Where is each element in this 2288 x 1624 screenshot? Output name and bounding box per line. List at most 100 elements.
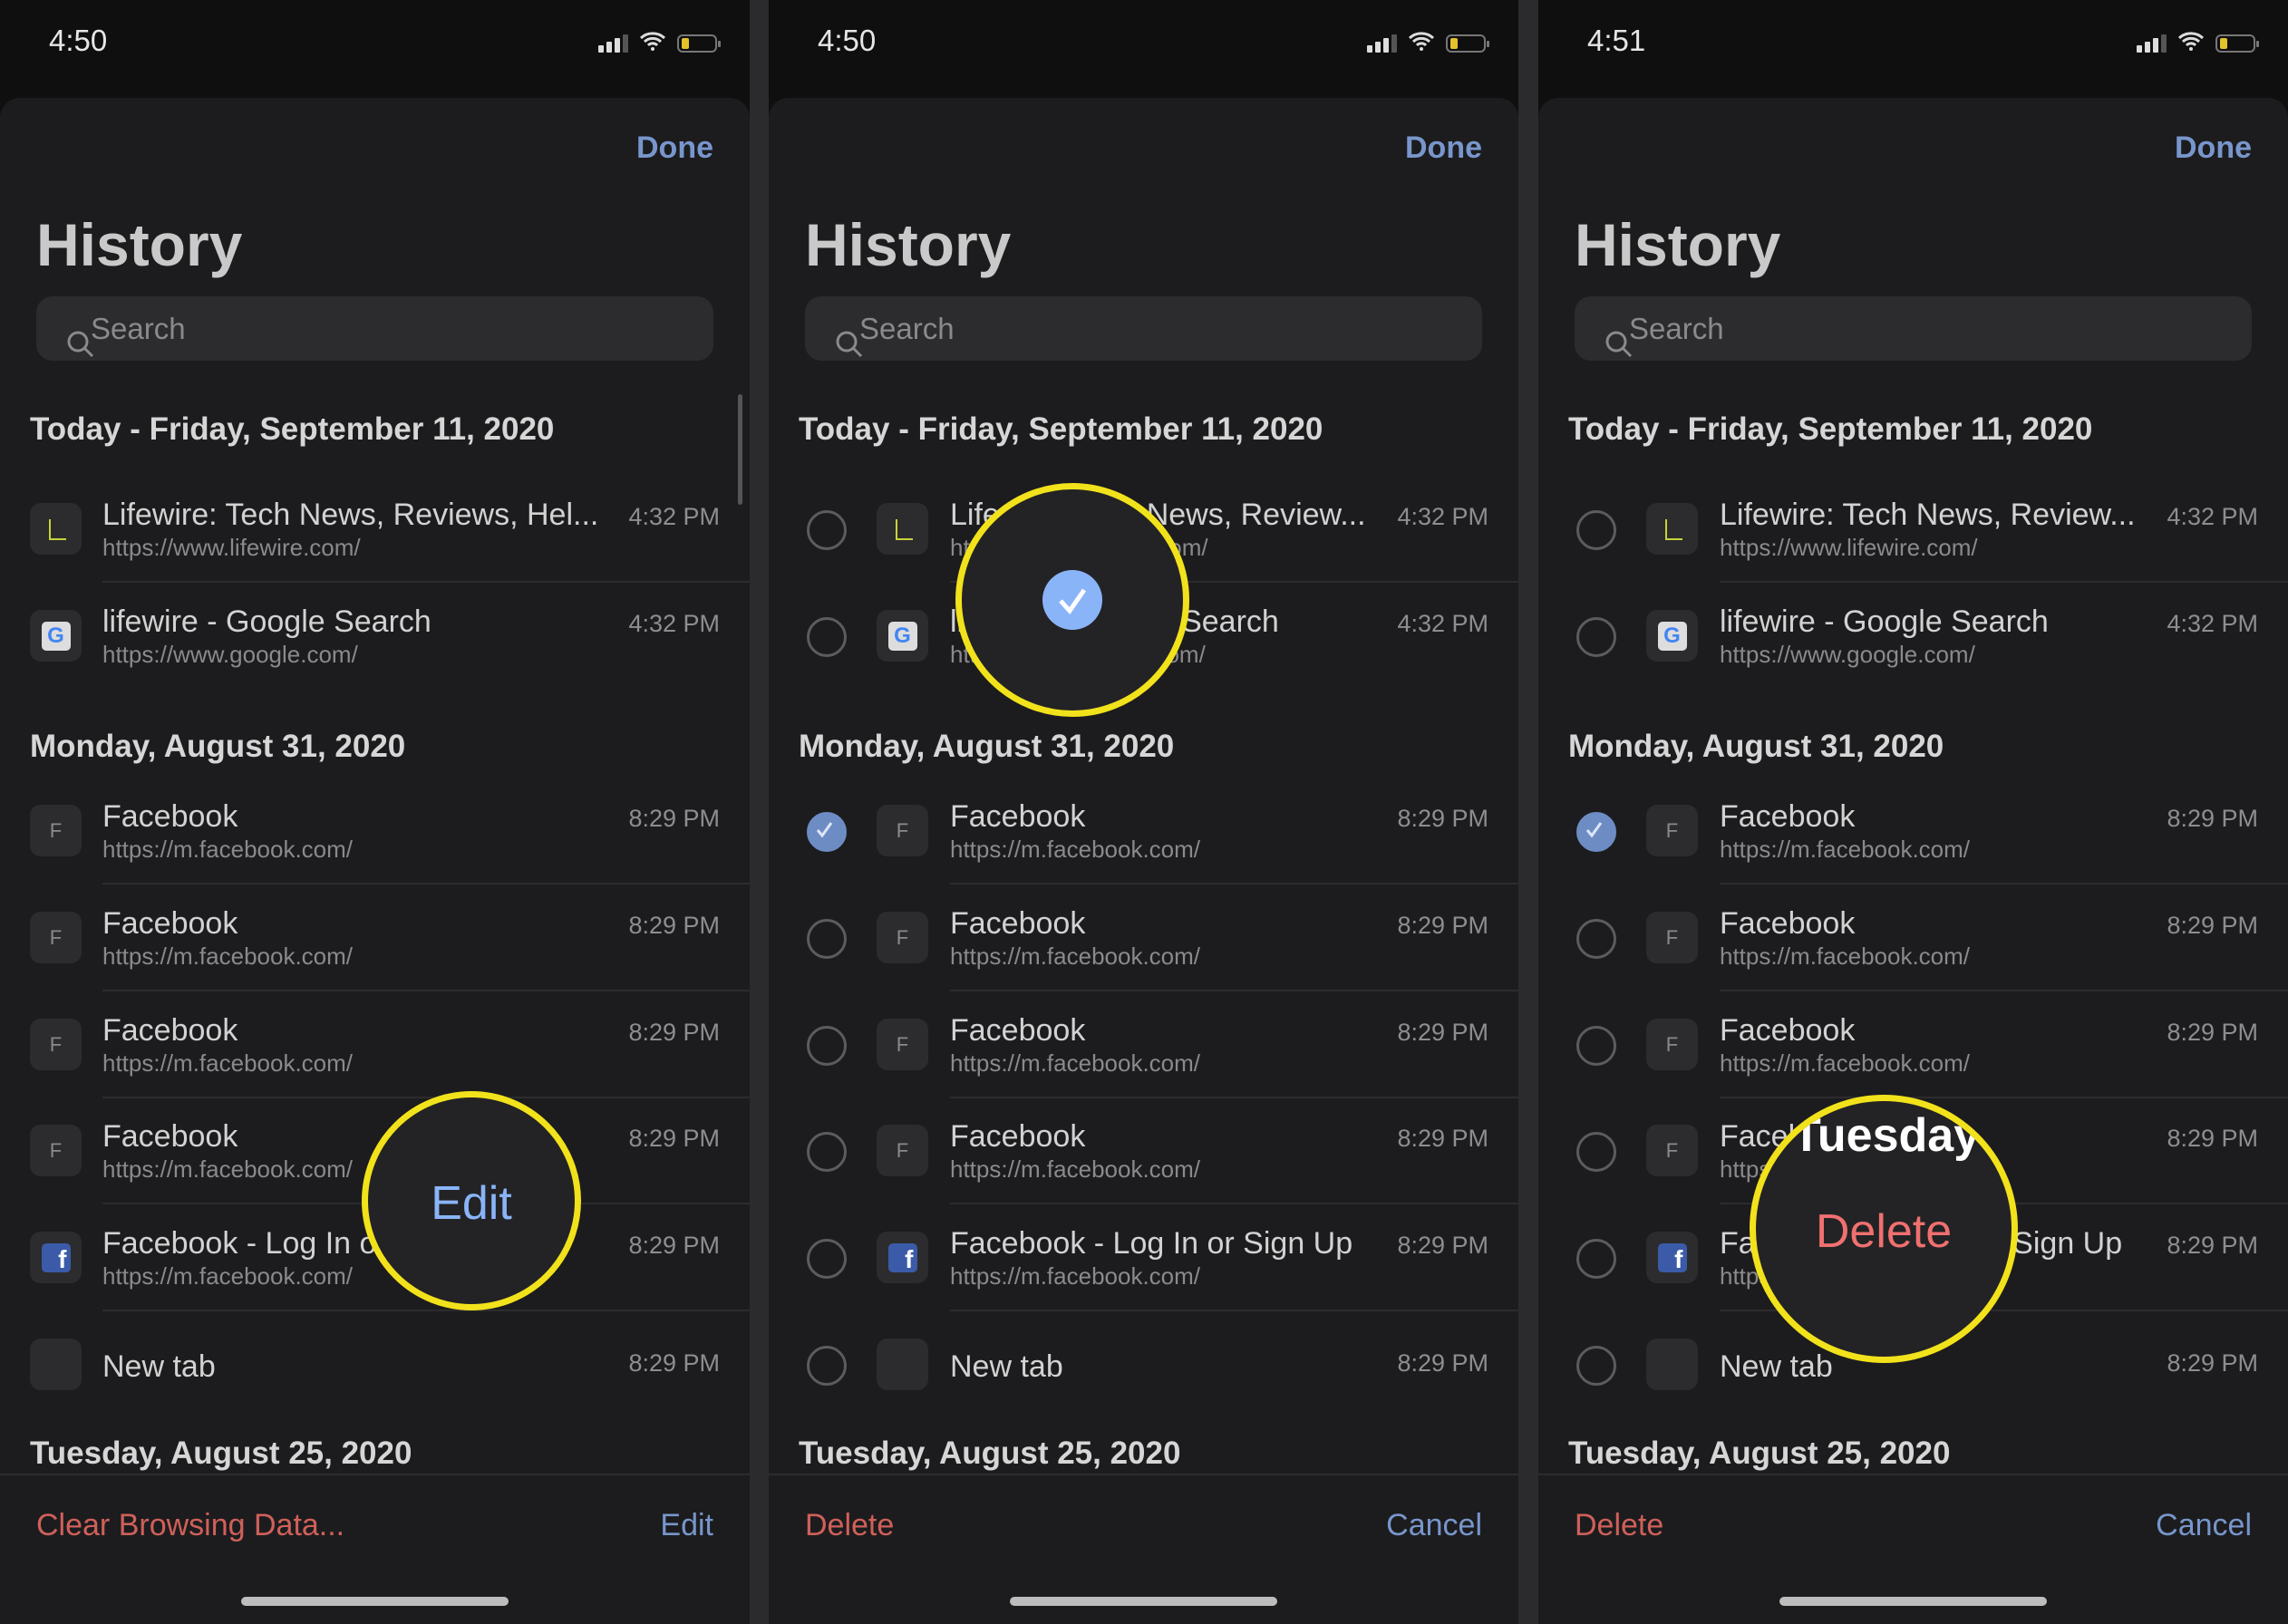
row-url: https://m.facebook.com/ [102, 942, 354, 970]
history-row[interactable]: F Facebookhttps://m.facebook.com/8:29 PM [1538, 778, 2288, 884]
row-time: 8:29 PM [2167, 805, 2258, 832]
history-row[interactable]: F Facebookhttps://m.facebook.com/8:29 PM [1538, 884, 2288, 991]
row-url: https://www.google.com/ [1720, 641, 1975, 668]
letter-f-icon: F [1646, 1019, 1698, 1070]
history-row[interactable]: F Facebookhttps://m.facebook.com/8:29 PM [1538, 991, 2288, 1098]
row-time: 8:29 PM [2167, 1019, 2258, 1046]
select-checkbox[interactable] [807, 510, 847, 550]
section-header: Monday, August 31, 2020 [30, 729, 406, 764]
facebook-icon: f [30, 1232, 82, 1283]
selected-checkbox[interactable] [1576, 812, 1616, 852]
search-input[interactable]: Search [805, 296, 1482, 361]
row-time: 8:29 PM [2167, 1232, 2258, 1259]
row-url: https://www.lifewire.com/ [1720, 534, 1978, 561]
page-title: History [36, 211, 243, 278]
lifewire-icon [877, 503, 928, 555]
history-row[interactable]: F Facebookhttps://m.facebook.com/8:29 PM [769, 1097, 1518, 1204]
status-icons [1367, 31, 1489, 55]
status-icons [2137, 31, 2259, 55]
callout-text: Delete [1815, 1205, 1953, 1258]
home-indicator [241, 1597, 509, 1606]
wifi-icon [639, 31, 666, 55]
section-header: Today - Friday, September 11, 2020 [1568, 411, 2093, 447]
status-time: 4:50 [49, 24, 108, 57]
done-button[interactable]: Done [636, 130, 713, 166]
select-checkbox[interactable] [807, 919, 847, 959]
done-button[interactable]: Done [2175, 130, 2252, 166]
search-input[interactable]: Search [36, 296, 713, 361]
history-row[interactable]: Lifewire: Tech News, Review...https://ww… [1538, 476, 2288, 583]
row-title: New tab [950, 1349, 1063, 1384]
row-title: Lifewire: Tech News, Review... [1720, 498, 2136, 532]
history-row[interactable]: F Facebookhttps://m.facebook.com/8:29 PM [0, 884, 750, 991]
history-row[interactable]: New tab 8:29 PM [0, 1311, 750, 1418]
letter-f-icon: F [1646, 912, 1698, 963]
select-checkbox[interactable] [807, 1239, 847, 1279]
delete-button[interactable]: Delete [805, 1508, 894, 1543]
history-row[interactable]: F Facebookhttps://m.facebook.com/8:29 PM [769, 884, 1518, 991]
select-checkbox[interactable] [1576, 1239, 1616, 1279]
row-url: https://www.lifewire.com/ [102, 534, 361, 561]
select-checkbox[interactable] [1576, 617, 1616, 657]
row-title: Facebook [1720, 1013, 1856, 1048]
row-url: https://m.facebook.com/ [102, 1262, 354, 1290]
select-checkbox[interactable] [807, 1026, 847, 1066]
history-row[interactable]: Lifewire: Tech News, Reviews, Hel... http… [0, 476, 750, 583]
select-checkbox[interactable] [1576, 919, 1616, 959]
selected-checkbox[interactable] [807, 812, 847, 852]
history-row[interactable]: Glifewire - Google Searchhttps://www.goo… [0, 583, 750, 690]
home-indicator [1779, 1597, 2047, 1606]
history-panel-2: 4:50 Done History Search Today - Friday, Sep… [769, 0, 1518, 1624]
cancel-button[interactable]: Cancel [2156, 1508, 2252, 1543]
select-checkbox[interactable] [807, 617, 847, 657]
google-icon: G [877, 610, 928, 662]
section-header: Monday, August 31, 2020 [1568, 729, 1944, 764]
row-title: Facebook [102, 799, 238, 834]
row-time: 8:29 PM [628, 1125, 720, 1152]
callout-peek-text: Tuesday [1792, 1109, 1981, 1162]
callout-magnifier: Delete Tuesday [1750, 1095, 2018, 1363]
select-checkbox[interactable] [1576, 510, 1616, 550]
callout-magnifier [955, 483, 1189, 717]
edit-button[interactable]: Edit [660, 1508, 713, 1543]
history-row[interactable]: New tab 8:29 PM [769, 1311, 1518, 1418]
row-title: New tab [1720, 1349, 1833, 1384]
row-time: 8:29 PM [628, 1349, 720, 1377]
clear-browsing-data-button[interactable]: Clear Browsing Data... [36, 1508, 344, 1543]
select-checkbox[interactable] [1576, 1346, 1616, 1386]
search-input[interactable]: Search [1575, 296, 2252, 361]
delete-button[interactable]: Delete [1575, 1508, 1663, 1543]
row-time: 8:29 PM [628, 805, 720, 832]
row-url: https://m.facebook.com/ [950, 1049, 1201, 1077]
row-time: 8:29 PM [1397, 912, 1488, 939]
row-time: 8:29 PM [1397, 1125, 1488, 1152]
callout-magnifier: Edit [362, 1091, 581, 1310]
history-row[interactable]: F Facebookhttps://m.facebook.com/8:29 PM [769, 778, 1518, 884]
lifewire-icon [1646, 503, 1698, 555]
history-panel-1: 4:50 Done History Search Today - Friday, Sep… [0, 0, 750, 1624]
row-url: https://www.google.com/ [102, 641, 358, 668]
row-time: 8:29 PM [2167, 912, 2258, 939]
history-row[interactable]: F Facebookhttps://m.facebook.com/8:29 PM [0, 778, 750, 884]
history-row[interactable]: f Facebook - Log In or Sign Uphttps://m.f… [769, 1204, 1518, 1311]
row-url: https://m.facebook.com/ [102, 836, 354, 863]
row-time: 8:29 PM [1397, 805, 1488, 832]
history-row[interactable]: Glifewire - Google Searchhttps://www.goo… [1538, 583, 2288, 690]
callout-text: Edit [431, 1177, 512, 1230]
done-button[interactable]: Done [1405, 130, 1482, 166]
letter-f-icon: F [1646, 1125, 1698, 1176]
cancel-button[interactable]: Cancel [1386, 1508, 1482, 1543]
search-placeholder: Search [91, 312, 186, 345]
select-checkbox[interactable] [1576, 1132, 1616, 1172]
row-time: 8:29 PM [1397, 1019, 1488, 1046]
select-checkbox[interactable] [807, 1132, 847, 1172]
row-url: https://m.facebook.com/ [1720, 942, 1971, 970]
select-checkbox[interactable] [807, 1346, 847, 1386]
history-row[interactable]: F Facebookhttps://m.facebook.com/8:29 PM [0, 991, 750, 1098]
letter-f-icon: F [877, 1019, 928, 1070]
row-title: lifewire - Google Search [1720, 604, 2049, 639]
checkmark-circle-icon [1042, 570, 1102, 630]
select-checkbox[interactable] [1576, 1026, 1616, 1066]
history-row[interactable]: F Facebookhttps://m.facebook.com/8:29 PM [769, 991, 1518, 1098]
google-icon: G [1646, 610, 1698, 662]
